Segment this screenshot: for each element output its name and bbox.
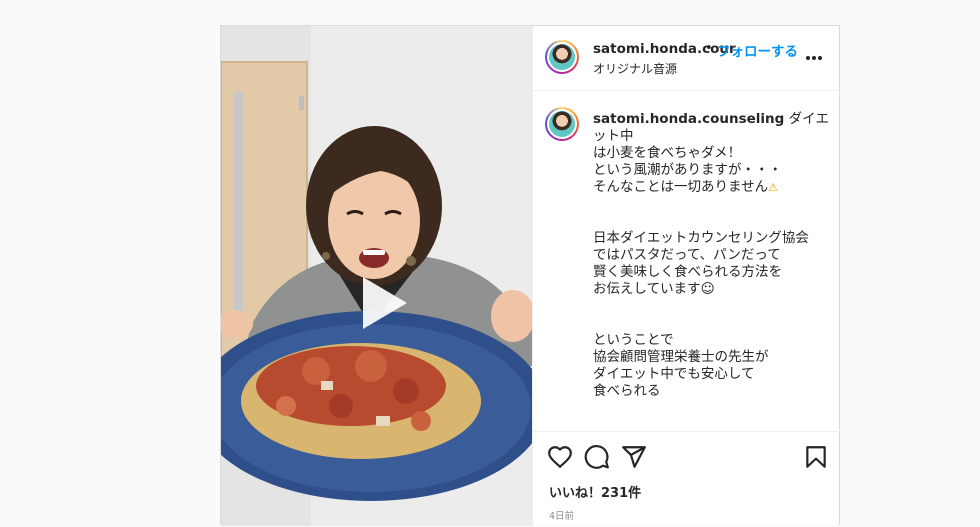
header-username[interactable]: satomi.honda.cour bbox=[593, 41, 736, 57]
caption-line: そんなことは一切ありません bbox=[593, 179, 769, 195]
caption-line: 賢く美味しく食べられる方法を bbox=[593, 264, 782, 280]
more-options-icon[interactable] bbox=[806, 56, 822, 60]
comment-icon[interactable] bbox=[584, 444, 610, 470]
audio-label[interactable]: オリジナル音源 bbox=[593, 60, 677, 77]
post-sidebar: satomi.honda.cour • フォローする オリジナル音源 satom… bbox=[532, 26, 840, 526]
send-icon[interactable] bbox=[621, 444, 647, 470]
caption-line: ということで bbox=[593, 332, 674, 348]
caption-line: ではパスタだって、パンだって bbox=[593, 247, 781, 263]
post-date[interactable]: 4日前 bbox=[549, 508, 574, 522]
caption-line: お伝えしています☺ bbox=[593, 281, 715, 297]
follow-button[interactable]: フォローする bbox=[717, 40, 798, 60]
caption-line: 協会顧問管理栄養士の先生が bbox=[593, 349, 769, 365]
instagram-post: satomi.honda.cour • フォローする オリジナル音源 satom… bbox=[220, 25, 840, 526]
post-actions: いいね！231件 4日前 bbox=[533, 431, 840, 527]
play-icon[interactable] bbox=[349, 271, 413, 335]
likes-count[interactable]: いいね！231件 bbox=[549, 482, 641, 501]
separator-dot: • bbox=[705, 41, 713, 56]
caption-line: ダイエット中でも安心して bbox=[593, 366, 755, 382]
caption-avatar[interactable] bbox=[545, 107, 579, 141]
caption-line: 日本ダイエットカウンセリング協会 bbox=[593, 230, 809, 246]
heart-icon[interactable] bbox=[547, 444, 573, 470]
bookmark-icon[interactable] bbox=[803, 444, 829, 470]
caption-line: という風潮がありますが・・・ bbox=[593, 162, 782, 178]
caption-text: satomi.honda.counseling ダイエット中 は小麦を食べちゃダ… bbox=[593, 111, 829, 400]
caption-area: satomi.honda.counseling ダイエット中 は小麦を食べちゃダ… bbox=[533, 91, 840, 431]
caption-username[interactable]: satomi.honda.counseling bbox=[593, 111, 784, 127]
warning-icon: ⚠ bbox=[768, 181, 778, 194]
caption-line: は小麦を食べちゃダメ！ bbox=[593, 145, 742, 161]
avatar[interactable] bbox=[545, 40, 579, 74]
post-header: satomi.honda.cour • フォローする オリジナル音源 bbox=[533, 26, 840, 91]
caption-line: 食べられる bbox=[593, 383, 661, 399]
post-video[interactable] bbox=[221, 26, 532, 526]
